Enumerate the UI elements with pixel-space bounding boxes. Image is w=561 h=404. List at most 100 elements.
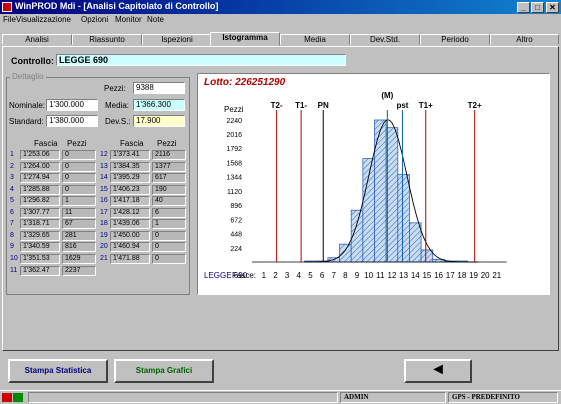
controllo-field[interactable]: LEGGE 690 (56, 54, 346, 66)
fascia-cell: 1'373.41 (110, 150, 150, 160)
pezzi-cell: 1 (62, 196, 96, 206)
reference-line-label: T1+ (419, 101, 433, 110)
stampa-statistica-button[interactable]: Stampa Statistica (8, 359, 108, 383)
x-tick-label: 18 (457, 271, 466, 280)
row-number: 18 (100, 220, 108, 227)
chart-title: Lotto: 226251290 (204, 77, 286, 88)
y-tick-label: 224 (230, 246, 242, 253)
row-number: 20 (100, 243, 108, 250)
x-tick-label: 5 (308, 271, 313, 280)
devs-field: 17.900 (133, 115, 185, 127)
bottom-toolbar: Stampa Statistica Stampa Grafici ◄ (2, 356, 559, 386)
pezzi-cell: 67 (62, 219, 96, 229)
x-tick-label: 21 (492, 271, 501, 280)
status-icon-2 (13, 393, 23, 402)
tab-strip: Analisi Riassunto Ispezioni Istogramma M… (2, 32, 559, 46)
row-number: 3 (10, 174, 14, 181)
histogram-bar (362, 158, 375, 263)
pezzi-cell: 190 (152, 185, 186, 195)
fascia-cell: 1'428.12 (110, 208, 150, 218)
tab-riassunto[interactable]: Riassunto (72, 34, 142, 45)
col-pezzi-right: Pezzi (157, 139, 177, 148)
tab-dev-std[interactable]: Dev.Std. (350, 34, 420, 45)
menu-opzioni[interactable]: Opzioni (81, 15, 108, 24)
fascia-cell: 1'274.94 (20, 173, 60, 183)
fascia-cell: 1'253.06 (20, 150, 60, 160)
y-tick-label: 2016 (226, 132, 242, 139)
histogram-bar (339, 243, 352, 263)
pezzi-cell: 2116 (152, 150, 186, 160)
fascia-cell: 1'351.53 (20, 254, 60, 264)
pezzi-cell: 0 (62, 162, 96, 172)
standard-field: 1'380.000 (46, 115, 98, 127)
minimize-button[interactable]: _ (517, 2, 530, 13)
row-number: 2 (10, 163, 14, 170)
x-tick-label: 1 (262, 271, 267, 280)
stampa-grafici-button[interactable]: Stampa Grafici (114, 359, 214, 383)
pezzi-cell: 2237 (62, 266, 96, 276)
pezzi-cell: 0 (62, 185, 96, 195)
menu-monitor[interactable]: Monitor (115, 15, 142, 24)
x-tick-label: 13 (399, 271, 408, 280)
fascia-cell: 1'439.06 (110, 219, 150, 229)
histogram-panel: Lotto: 226251290 Pezzi LEGGE 690 Fasce: … (197, 73, 550, 295)
fascia-cell: 1'471.88 (110, 254, 150, 264)
close-button[interactable]: ✕ (546, 2, 559, 13)
reference-line-label: PN (318, 101, 329, 110)
fascia-cell: 1'340.59 (20, 242, 60, 252)
pezzi-cell: 617 (152, 173, 186, 183)
row-number: 16 (100, 197, 108, 204)
histogram-chart: Lotto: 226251290 Pezzi LEGGE 690 Fasce: … (204, 77, 507, 280)
tab-ispezioni[interactable]: Ispezioni (142, 34, 212, 45)
x-tick-label: 15 (422, 271, 431, 280)
tab-istogramma[interactable]: Istogramma (210, 32, 280, 46)
x-tick-label: 9 (355, 271, 360, 280)
tab-analisi[interactable]: Analisi (2, 34, 72, 45)
x-tick-label: 8 (343, 271, 348, 280)
fascia-cell: 1'264.00 (20, 162, 60, 172)
fascia-cell: 1'285.88 (20, 185, 60, 195)
histogram-bar (385, 127, 399, 263)
app-icon[interactable] (2, 2, 12, 12)
x-tick-label: 17 (446, 271, 455, 280)
col-fascia-right: Fascia (120, 139, 144, 148)
title-bar: WinPROD Mdi - [Analisi Capitolato di Con… (0, 0, 561, 14)
x-axis-label: Fasce: (232, 271, 256, 280)
menu-bar: File Visualizzazione Opzioni Monitor Not… (0, 14, 561, 26)
status-icon-1 (2, 393, 12, 402)
row-number: 15 (100, 186, 108, 193)
row-number: 13 (100, 163, 108, 170)
menu-note[interactable]: Note (147, 15, 164, 24)
row-number: 17 (100, 209, 108, 216)
col-fascia-left: Fascia (34, 139, 58, 148)
pezzi-cell: 1 (152, 219, 186, 229)
status-pane-empty (28, 392, 338, 403)
pezzi-cell: 11 (62, 208, 96, 218)
y-tick-label: 448 (230, 232, 242, 239)
tab-periodo[interactable]: Periodo (420, 34, 490, 45)
menu-file[interactable]: File (3, 15, 16, 24)
y-tick-label: 896 (230, 203, 242, 210)
tab-media[interactable]: Media (280, 34, 350, 45)
dettaglio-title: Dettaglio (10, 72, 46, 81)
maximize-button[interactable]: □ (531, 2, 544, 13)
fascia-cell: 1'450.00 (110, 231, 150, 241)
row-number: 12 (100, 151, 108, 158)
col-pezzi-left: Pezzi (67, 139, 87, 148)
status-bar: ADMIN GPS - PREDEFINITO (0, 390, 561, 404)
pezzi-label: Pezzi: (104, 84, 126, 93)
tab-altro[interactable]: Altro (490, 34, 559, 45)
row-number: 14 (100, 174, 108, 181)
pezzi-cell: 6 (152, 208, 186, 218)
row-number: 1 (10, 151, 14, 158)
row-number: 9 (10, 243, 14, 250)
x-tick-label: 20 (481, 271, 490, 280)
back-arrow-button[interactable]: ◄ (404, 359, 472, 383)
x-tick-label: 3 (285, 271, 290, 280)
x-tick-label: 7 (331, 271, 336, 280)
row-number: 5 (10, 197, 14, 204)
y-tick-label: 2240 (226, 118, 242, 125)
x-tick-label: 14 (411, 271, 420, 280)
menu-visualizzazione[interactable]: Visualizzazione (16, 15, 71, 24)
status-profile: GPS - PREDEFINITO (448, 392, 558, 403)
